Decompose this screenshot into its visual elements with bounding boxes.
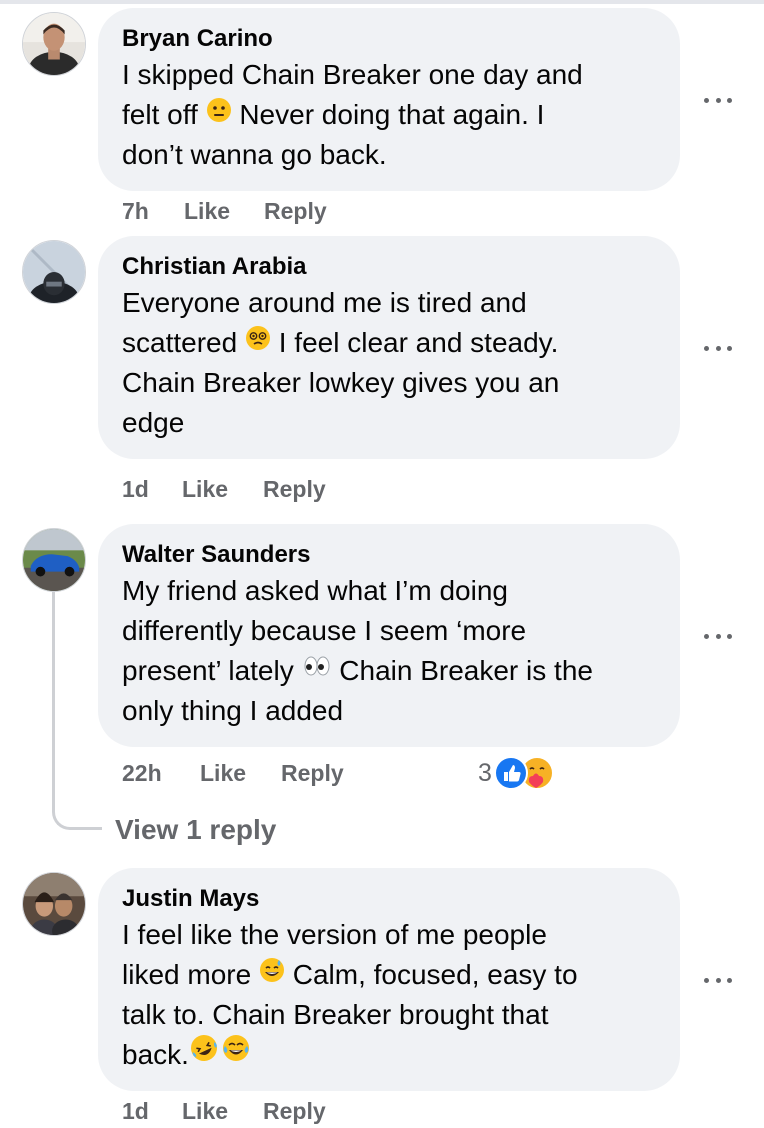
like-button[interactable]: Like xyxy=(182,472,228,506)
top-divider xyxy=(0,0,764,4)
like-button[interactable]: Like xyxy=(200,756,246,790)
reply-button[interactable]: Reply xyxy=(263,472,326,506)
more-options-icon[interactable] xyxy=(704,343,732,353)
comment-text: My friend asked what I’m doing different… xyxy=(122,575,593,726)
comment-text: I skipped Chain Breaker one day and felt… xyxy=(122,59,583,170)
avatar[interactable] xyxy=(22,12,86,76)
reply-button[interactable]: Reply xyxy=(263,1094,326,1128)
more-options-icon[interactable] xyxy=(704,975,732,985)
comment-bubble: Christian Arabia Everyone around me is t… xyxy=(98,236,680,459)
rolling-laughing-face-icon xyxy=(189,1033,219,1074)
like-button[interactable]: Like xyxy=(182,1094,228,1128)
thread-line xyxy=(52,592,102,830)
comment-bubble: Bryan Carino I skipped Chain Breaker one… xyxy=(98,8,680,191)
comment-bubble: Walter Saunders My friend asked what I’m… xyxy=(98,524,680,747)
like-reaction-icon xyxy=(493,756,528,790)
reaction-count: 3 xyxy=(478,758,492,787)
reply-button[interactable]: Reply xyxy=(281,756,344,790)
avatar[interactable] xyxy=(22,872,86,936)
grinning-sweat-face-icon xyxy=(259,954,285,994)
comment-time[interactable]: 7h xyxy=(122,194,149,228)
comment-author[interactable]: Walter Saunders xyxy=(122,539,656,571)
reaction-summary[interactable]: 3 xyxy=(478,755,554,791)
view-replies-link[interactable]: View 1 reply xyxy=(115,812,276,848)
like-button[interactable]: Like xyxy=(184,194,230,228)
eyes-icon xyxy=(302,650,332,690)
comment-text: Everyone around me is tired and scattere… xyxy=(122,287,560,438)
comment-time[interactable]: 1d xyxy=(122,472,149,506)
comment-time[interactable]: 1d xyxy=(122,1094,149,1128)
reply-button[interactable]: Reply xyxy=(264,194,327,228)
comment-text: I feel like the version of me people lik… xyxy=(122,915,656,1075)
more-options-icon[interactable] xyxy=(704,631,732,641)
comment-author[interactable]: Justin Mays xyxy=(122,883,656,915)
more-options-icon[interactable] xyxy=(704,95,732,105)
avatar[interactable] xyxy=(22,240,86,304)
neutral-face-icon xyxy=(206,94,232,134)
avatar[interactable] xyxy=(22,528,86,592)
dizzy-face-icon xyxy=(245,322,271,362)
comment-time[interactable]: 22h xyxy=(122,756,162,790)
comment-author[interactable]: Bryan Carino xyxy=(122,23,656,55)
tears-of-joy-face-icon xyxy=(221,1033,251,1074)
comment-bubble: Justin Mays I feel like the version of m… xyxy=(98,868,680,1091)
comment-author[interactable]: Christian Arabia xyxy=(122,251,656,283)
